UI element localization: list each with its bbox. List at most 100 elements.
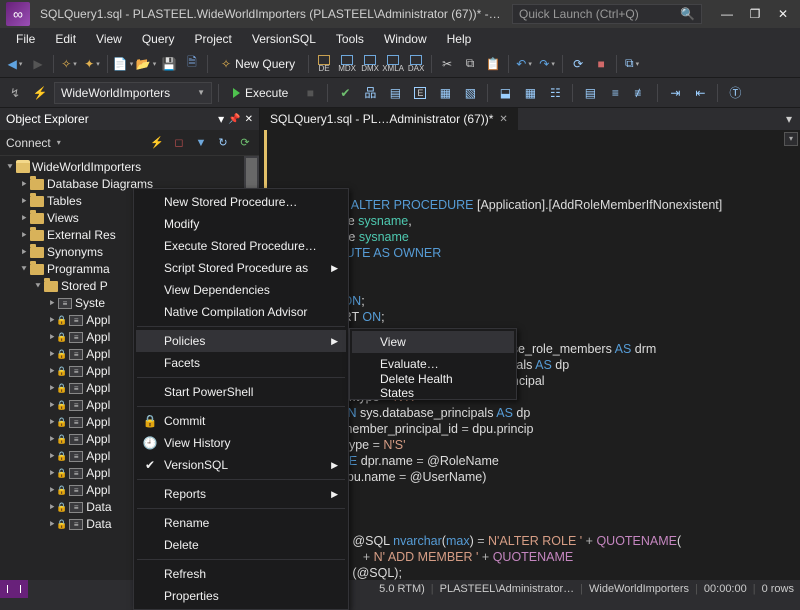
menu-window[interactable]: Window <box>374 30 437 48</box>
include-plan-button[interactable]: ▦ <box>434 82 456 104</box>
tree-label: Data <box>86 516 111 532</box>
close-button[interactable]: ✕ <box>776 7 790 21</box>
dropdown-icon[interactable]: ▾ <box>218 112 224 126</box>
menu-item[interactable]: Reports▶ <box>136 483 346 505</box>
live-stats-button[interactable]: ▧ <box>459 82 481 104</box>
menu-item[interactable]: Execute Stored Procedure… <box>136 235 346 257</box>
menu-item[interactable]: Delete <box>136 534 346 556</box>
intellisense-button[interactable]: E <box>409 82 431 104</box>
filter-icon[interactable]: ▼ <box>193 135 209 151</box>
submenu-item[interactable]: Delete Health States <box>352 375 514 397</box>
execute-button[interactable]: Execute <box>225 82 296 104</box>
menu-edit[interactable]: Edit <box>45 30 86 48</box>
pin-icon[interactable]: 📌 <box>228 114 240 125</box>
quick-launch-input[interactable]: Quick Launch (Ctrl+Q) 🔍 <box>512 4 702 24</box>
minimize-button[interactable]: — <box>720 7 734 21</box>
stop-dbg-button[interactable]: ■ <box>590 53 612 75</box>
new-query-button[interactable]: ✧ New Query <box>212 53 304 75</box>
fold-ico-icon <box>30 247 44 258</box>
cancel-query-button[interactable]: ■ <box>299 82 321 104</box>
split-icon[interactable]: ▾ <box>784 132 798 146</box>
context-menu[interactable]: New Stored Procedure…Modify Execute Store… <box>133 188 349 610</box>
parse-button[interactable]: ✔ <box>334 82 356 104</box>
menu-file[interactable]: File <box>6 30 45 48</box>
submenu-item[interactable]: View <box>352 331 514 353</box>
context-submenu[interactable]: ViewEvaluate…Delete Health States <box>349 328 517 400</box>
refresh-icon[interactable]: ↻ <box>215 135 231 151</box>
query-type-dmx[interactable]: DMX <box>359 53 381 75</box>
uncomment-button[interactable]: ≢ <box>629 82 651 104</box>
tree-node[interactable]: ⯆WideWorldImporters <box>0 159 259 175</box>
menu-item[interactable]: Modify <box>136 213 346 235</box>
menu-item[interactable]: Native Compilation Advisor <box>136 301 346 323</box>
menu-item[interactable]: 🔒Commit <box>136 410 346 432</box>
tree-label: Programma <box>47 261 110 277</box>
close-pane-icon[interactable]: ✕ <box>245 114 253 125</box>
undo-button[interactable]: ↶ <box>513 53 535 75</box>
client-stats-button[interactable]: ⬓ <box>494 82 516 104</box>
stop-icon[interactable]: ◻ <box>171 135 187 151</box>
connect-label[interactable]: Connect <box>6 136 51 150</box>
query-type-dax[interactable]: DAX <box>405 53 427 75</box>
paste-button[interactable]: 📋 <box>482 53 504 75</box>
menu-versionsql[interactable]: VersionSQL <box>242 30 326 48</box>
results-file-button[interactable]: ▤ <box>579 82 601 104</box>
tree-label: Appl <box>86 397 110 413</box>
menu-query[interactable]: Query <box>132 30 185 48</box>
save-all-button[interactable]: 🗎 <box>181 53 203 75</box>
menu-item[interactable]: Policies▶ <box>136 330 346 352</box>
nav-back-button[interactable]: ◀ <box>4 53 26 75</box>
menu-item[interactable]: Rename <box>136 512 346 534</box>
connection-icon[interactable]: ⚡ <box>29 82 51 104</box>
menu-project[interactable]: Project <box>185 30 242 48</box>
restore-button[interactable]: ❐ <box>748 7 762 21</box>
new-file-button[interactable]: 📄 <box>112 53 134 75</box>
database-selector[interactable]: WideWorldImporters ▼ <box>54 82 212 104</box>
change-connection-button[interactable]: ↯ <box>4 82 26 104</box>
menu-item[interactable]: New Stored Procedure… <box>136 191 346 213</box>
lock-icon: 🔒 <box>56 499 67 515</box>
comment-button[interactable]: ≡ <box>604 82 626 104</box>
results-grid-button[interactable]: ▦ <box>519 82 541 104</box>
menu-item-label: Execute Stored Procedure… <box>164 239 317 253</box>
editor-tab[interactable]: SQLQuery1.sql - PL…Administrator (67))* … <box>260 108 518 130</box>
menu-item[interactable]: View Dependencies <box>136 279 346 301</box>
menu-item[interactable]: ✔VersionSQL▶ <box>136 454 346 476</box>
menu-item[interactable]: 🕘View History <box>136 432 346 454</box>
estimated-plan-button[interactable]: 品 <box>359 82 381 104</box>
open-file-button[interactable]: 📂 <box>135 53 157 75</box>
query-type-xmla[interactable]: XMLA <box>382 53 404 75</box>
query-type-mdx[interactable]: MDX <box>336 53 358 75</box>
menu-item[interactable]: Properties <box>136 585 346 607</box>
indent-button[interactable]: ⇥ <box>664 82 686 104</box>
menu-item[interactable]: Start PowerShell <box>136 381 346 403</box>
new-item-button[interactable]: ✧ <box>58 53 80 75</box>
tree-label: Appl <box>86 414 110 430</box>
sp-ico-icon <box>69 383 83 394</box>
specify-values-button[interactable]: Ⓣ <box>724 82 746 104</box>
save-button[interactable]: 💾 <box>158 53 180 75</box>
tab-dropdown[interactable]: ▾ <box>778 108 800 130</box>
tab-close-icon[interactable]: ✕ <box>499 114 507 125</box>
menu-item[interactable]: Facets <box>136 352 346 374</box>
nav-fwd-button[interactable]: ▶ <box>27 53 49 75</box>
query-options-button[interactable]: ▤ <box>384 82 406 104</box>
disconnect-icon[interactable]: ⚡ <box>149 135 165 151</box>
database-selector-value: WideWorldImporters <box>61 86 170 100</box>
activity-button[interactable]: ⟳ <box>567 53 589 75</box>
menu-item[interactable]: Refresh <box>136 563 346 585</box>
cut-button[interactable]: ✂ <box>436 53 458 75</box>
results-text-button[interactable]: ☷ <box>544 82 566 104</box>
menu-view[interactable]: View <box>86 30 132 48</box>
query-type-de[interactable]: DE <box>313 53 335 75</box>
sync-icon[interactable]: ⟳ <box>237 135 253 151</box>
outdent-button[interactable]: ⇤ <box>689 82 711 104</box>
menu-help[interactable]: Help <box>437 30 482 48</box>
registered-servers-button[interactable]: ⧉ <box>621 53 643 75</box>
fold-ico-icon <box>30 179 44 190</box>
menu-tools[interactable]: Tools <box>326 30 374 48</box>
open-item-button[interactable]: ✦ <box>81 53 103 75</box>
copy-button[interactable]: ⧉ <box>459 53 481 75</box>
redo-button[interactable]: ↷ <box>536 53 558 75</box>
menu-item[interactable]: Script Stored Procedure as▶ <box>136 257 346 279</box>
